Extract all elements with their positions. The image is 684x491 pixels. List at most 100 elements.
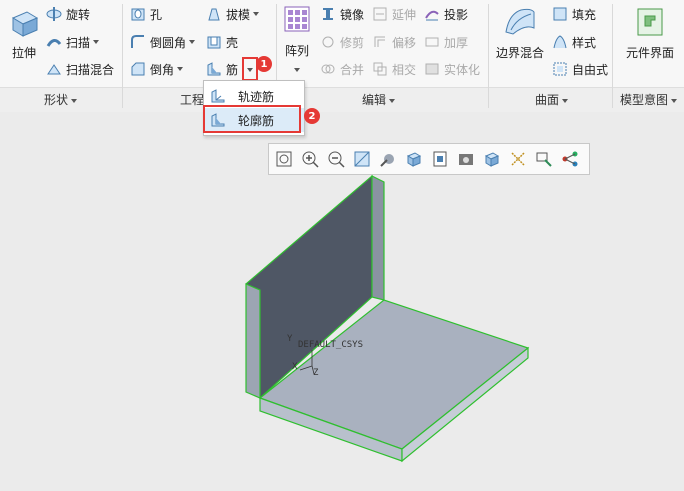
sweep-button[interactable]: 扫描 xyxy=(46,32,100,52)
rib-button[interactable]: 筋 xyxy=(206,59,238,79)
model-intent-group-label[interactable]: 模型意图 xyxy=(620,91,678,108)
trim-icon xyxy=(322,36,334,48)
callout-box-2 xyxy=(203,105,301,133)
round-button[interactable]: 倒圆角 xyxy=(130,32,196,52)
draft-icon xyxy=(208,8,220,21)
merge-label: 合并 xyxy=(340,62,365,77)
boundary-blend-icon xyxy=(505,8,535,35)
shape-group-label[interactable]: 形状 xyxy=(44,91,78,108)
mirror-button[interactable]: 镜像 xyxy=(320,4,364,24)
merge-button[interactable]: 合并 xyxy=(320,59,364,79)
callout-badge-1: 1 xyxy=(256,56,272,72)
pattern-icon xyxy=(284,6,310,32)
freestyle-label: 自由式 xyxy=(572,62,609,77)
chevron-down-icon xyxy=(189,40,196,44)
editing-group-text: 编辑 xyxy=(362,93,387,107)
round-label: 倒圆角 xyxy=(150,35,187,50)
chevron-down-icon xyxy=(253,12,260,16)
swept-blend-button[interactable]: 扫描混合 xyxy=(46,59,114,79)
offset-label: 偏移 xyxy=(392,35,417,50)
component-interface-button[interactable]: 元件界面 xyxy=(622,6,678,61)
boundary-blend-label: 边界混合 xyxy=(495,46,544,60)
wall-edge-face xyxy=(245,283,261,399)
thicken-label: 加厚 xyxy=(444,35,469,50)
fill-icon xyxy=(553,7,567,21)
draft-label: 拔模 xyxy=(226,7,251,22)
project-label: 投影 xyxy=(444,7,469,22)
chamfer-button[interactable]: 倒角 xyxy=(130,59,184,79)
pattern-label: 阵列 xyxy=(284,44,309,58)
hole-button[interactable]: 孔 xyxy=(130,4,162,24)
offset-icon xyxy=(374,36,385,47)
engineering-group-text: 工程 xyxy=(180,93,205,107)
offset-button[interactable]: 偏移 xyxy=(372,32,416,52)
extend-button[interactable]: 延伸 xyxy=(372,4,416,24)
separator xyxy=(612,4,613,108)
style-button[interactable]: 样式 xyxy=(552,32,596,52)
chevron-down-icon xyxy=(93,40,100,44)
draft-button[interactable]: 拔模 xyxy=(206,4,260,24)
pattern-button[interactable]: 阵列 xyxy=(281,6,313,73)
extrude-icon xyxy=(11,11,39,37)
trajectory-rib-label: 轨迹筋 xyxy=(238,89,275,104)
trim-button[interactable]: 修剪 xyxy=(320,32,364,52)
intersect-button[interactable]: 相交 xyxy=(372,59,416,79)
wall-side-face xyxy=(371,175,385,301)
chevron-down-icon xyxy=(294,67,300,72)
csys-axis-x: X xyxy=(292,362,298,372)
intersect-icon xyxy=(373,62,387,76)
swept-blend-label: 扫描混合 xyxy=(66,62,115,77)
editing-group-label[interactable]: 编辑 xyxy=(362,91,396,108)
engineering-group-label[interactable]: 工程 xyxy=(180,91,204,108)
fill-button[interactable]: 填充 xyxy=(552,4,596,24)
group-label-bar xyxy=(0,87,684,112)
rib-label: 筋 xyxy=(226,62,239,77)
model-intent-group-text: 模型意图 xyxy=(620,93,669,107)
model-graphic[interactable] xyxy=(0,112,684,491)
shape-group-text: 形状 xyxy=(44,93,69,107)
rib-icon xyxy=(207,62,221,76)
extend-label: 延伸 xyxy=(392,7,417,22)
chamfer-icon xyxy=(131,62,145,76)
csys-axis-z: Z xyxy=(313,368,319,378)
revolve-icon xyxy=(46,7,62,21)
surfaces-group-text: 曲面 xyxy=(535,93,560,107)
csys-axis-y: Y xyxy=(287,334,293,344)
revolve-label: 旋转 xyxy=(66,7,91,22)
merge-icon xyxy=(321,64,335,74)
sweep-label: 扫描 xyxy=(66,35,91,50)
mirror-icon xyxy=(323,8,333,20)
intersect-label: 相交 xyxy=(392,62,417,77)
boundary-blend-button[interactable]: 边界混合 xyxy=(494,6,546,61)
trajectory-rib-icon xyxy=(211,89,225,103)
style-icon xyxy=(553,35,567,49)
mirror-label: 镜像 xyxy=(340,7,365,22)
project-icon xyxy=(425,10,439,21)
revolve-button[interactable]: 旋转 xyxy=(46,4,90,24)
style-label: 样式 xyxy=(572,35,597,50)
chevron-down-icon xyxy=(671,98,678,103)
chevron-down-icon xyxy=(562,98,569,103)
solidify-button[interactable]: 实体化 xyxy=(424,59,480,79)
solidify-label: 实体化 xyxy=(444,62,481,77)
project-button[interactable]: 投影 xyxy=(424,4,468,24)
component-interface-icon xyxy=(637,8,663,36)
extrude-label: 拉伸 xyxy=(11,46,36,60)
thicken-icon xyxy=(425,37,439,47)
chevron-down-icon xyxy=(389,98,396,103)
swept-blend-icon xyxy=(47,64,61,75)
thicken-button[interactable]: 加厚 xyxy=(424,32,468,52)
fill-label: 填充 xyxy=(572,7,597,22)
callout-badge-2: 2 xyxy=(304,108,320,124)
shell-button[interactable]: 壳 xyxy=(206,32,238,52)
component-interface-label: 元件界面 xyxy=(625,46,674,60)
surfaces-group-label[interactable]: 曲面 xyxy=(535,91,569,108)
shell-icon xyxy=(207,36,221,49)
freestyle-button[interactable]: 自由式 xyxy=(552,59,608,79)
extrude-button[interactable]: 拉伸 xyxy=(6,6,42,61)
hole-label: 孔 xyxy=(150,7,163,22)
chevron-down-icon xyxy=(71,98,78,103)
trim-label: 修剪 xyxy=(340,35,365,50)
chamfer-label: 倒角 xyxy=(150,62,175,77)
chevron-down-icon xyxy=(177,67,184,71)
